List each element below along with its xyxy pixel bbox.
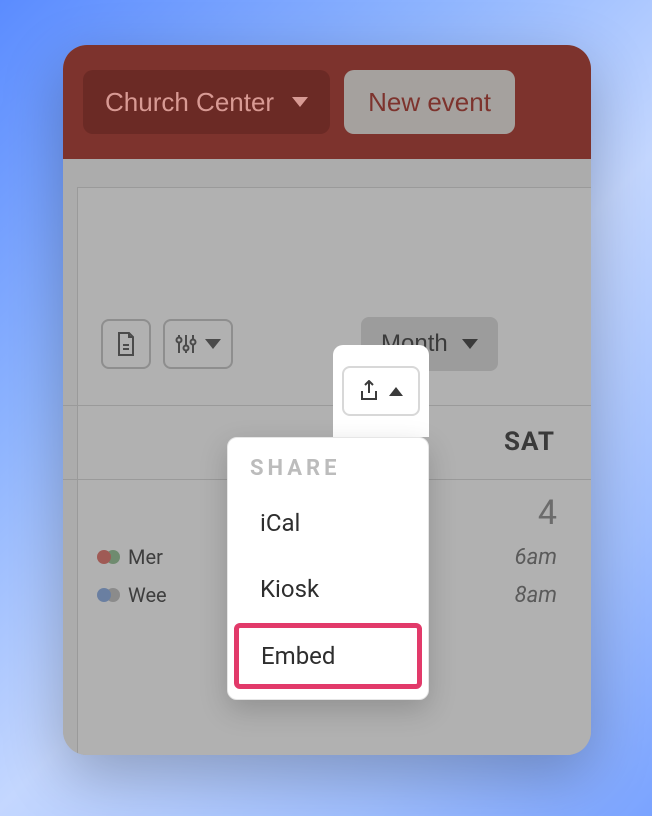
event-time: 8am [515,583,557,608]
toolbar: Month [101,317,498,371]
header-bar: Church Center New event [63,45,591,159]
chevron-down-icon [205,339,221,349]
share-button-container [333,345,429,437]
event-time: 6am [515,545,557,570]
share-menu-title: SHARE [228,456,428,489]
document-button[interactable] [101,319,151,369]
share-menu-item-embed[interactable]: Embed [234,623,422,689]
document-icon [115,331,137,357]
share-menu-item-kiosk[interactable]: Kiosk [234,557,422,621]
calendar-select-label: Church Center [105,87,274,118]
share-button[interactable] [342,366,420,416]
chevron-up-icon [389,387,403,396]
calendar-event[interactable]: Wee [97,583,167,607]
share-icon [359,380,379,402]
new-event-button[interactable]: New event [344,70,515,134]
share-menu-item-ical[interactable]: iCal [234,491,422,555]
share-menu: SHARE iCal Kiosk Embed [227,437,429,700]
event-label: Wee [128,583,167,607]
day-of-week-header: SAT [504,427,555,457]
sliders-icon [175,333,197,355]
day-number: 4 [538,493,557,533]
event-color-dots [97,588,120,602]
divider [63,405,591,406]
chevron-down-icon [292,97,308,107]
event-color-dots [97,550,120,564]
calendar-card: Church Center New event Mon [63,45,591,755]
filter-button[interactable] [163,319,233,369]
event-label: Mer [128,545,163,569]
calendar-select-dropdown[interactable]: Church Center [83,70,330,134]
calendar-event[interactable]: Mer [97,545,163,569]
chevron-down-icon [462,339,478,349]
